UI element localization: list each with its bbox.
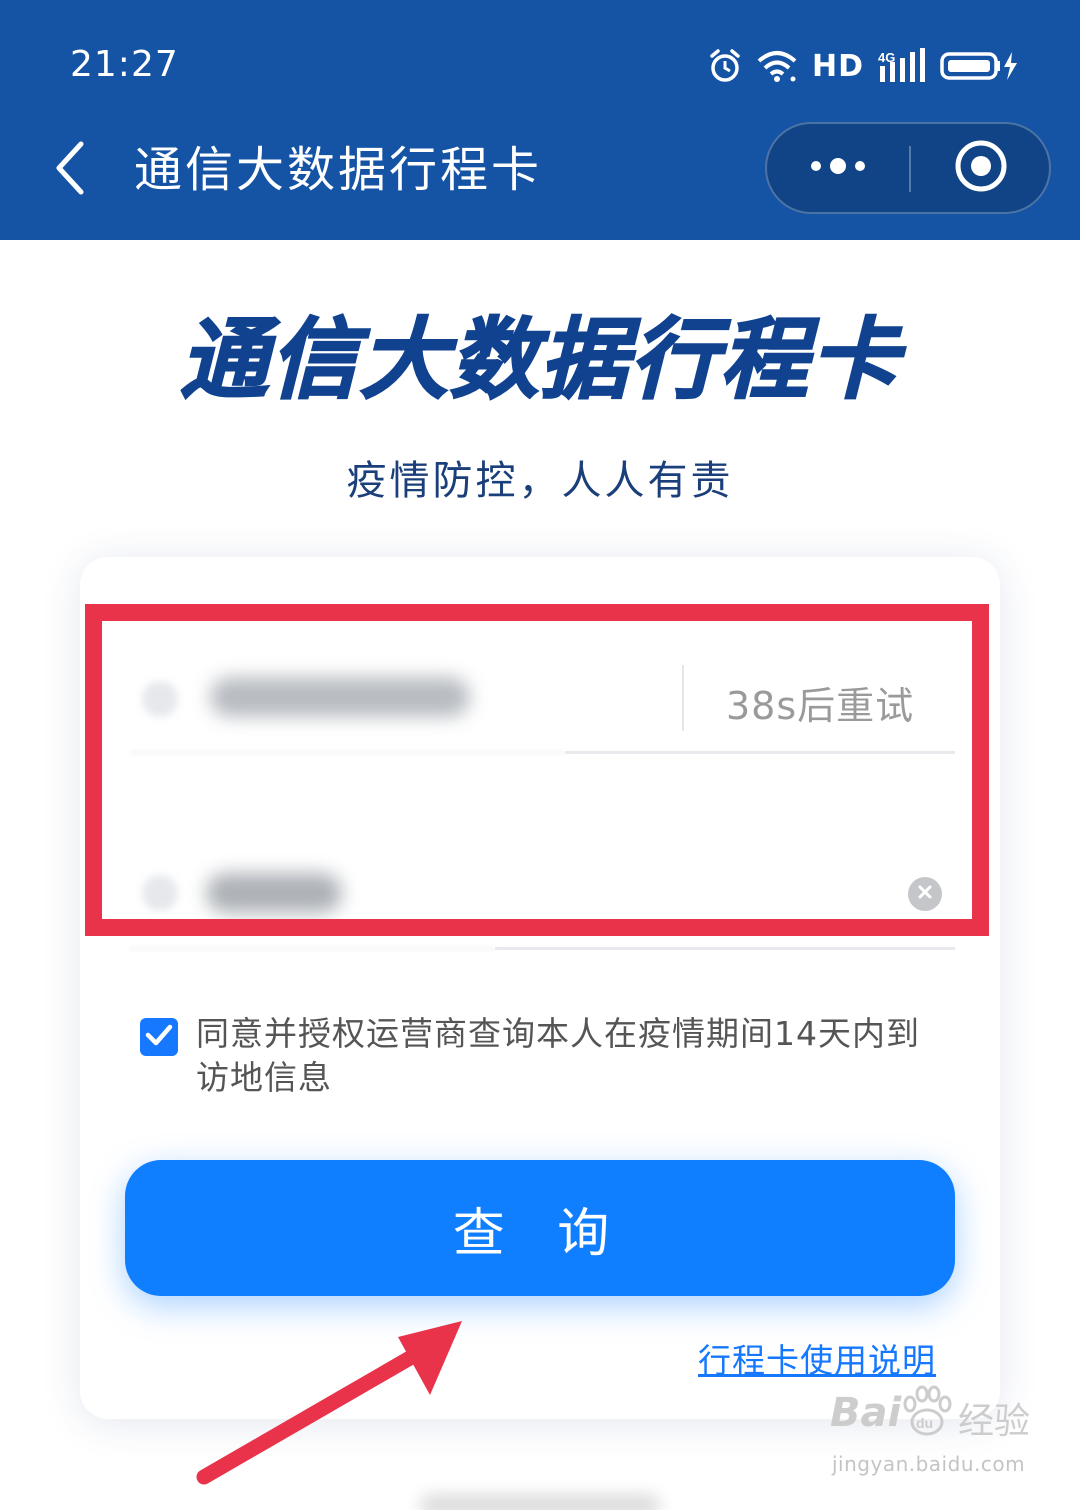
signal-icon: 4G — [878, 48, 926, 84]
bottom-shadow — [420, 1495, 660, 1510]
battery-charging-icon — [940, 51, 1018, 81]
nav-title: 通信大数据行程卡 — [134, 142, 543, 198]
status-time: 21:27 — [70, 44, 179, 85]
status-icons: HD 4G — [708, 44, 1018, 88]
hero-title: 通信大数据行程卡 — [179, 308, 900, 411]
back-button[interactable] — [40, 138, 100, 202]
close-circle-icon — [953, 138, 1009, 198]
annotation-highlight-box — [85, 604, 989, 936]
hd-label: HD — [811, 48, 864, 84]
code-underline — [495, 947, 955, 950]
watermark-brand-suffix: 经验 — [958, 1401, 1031, 1442]
nav-bar: 通信大数据行程卡 — [0, 120, 1080, 240]
guide-link[interactable]: 行程卡使用说明 — [698, 1334, 936, 1382]
hero-subtitle: 疫情防控，人人有责 — [346, 458, 734, 504]
watermark-url: jingyan.baidu.com — [832, 1452, 1026, 1476]
status-bar: 21:27 HD 4G — [0, 0, 1080, 120]
annotation-arrow-icon — [196, 1321, 462, 1485]
code-underline-blurred — [130, 947, 495, 950]
close-mini-program-button[interactable] — [911, 124, 1051, 212]
agreement-checkbox[interactable] — [140, 1018, 178, 1056]
more-dots-icon — [808, 156, 868, 180]
alarm-icon — [708, 48, 742, 84]
watermark-brand: Bai — [830, 1390, 902, 1436]
top-bar: 21:27 HD 4G 通信大数据行程卡 — [0, 0, 1080, 240]
agreement-text: 同意并授权运营商查询本人在疫情期间14天内到访地信息 — [196, 1014, 920, 1097]
checkmark-icon — [145, 1023, 173, 1051]
paw-icon: du — [903, 1385, 952, 1436]
svg-text:du: du — [916, 1415, 933, 1431]
wifi-icon — [756, 49, 798, 83]
query-button[interactable]: 查 询 — [125, 1160, 955, 1296]
mini-program-capsule — [765, 122, 1051, 214]
baidu-jingyan-watermark: Bai du 经验 jingyan.baidu.com — [830, 1385, 1050, 1490]
more-button[interactable] — [767, 124, 909, 212]
back-arrow-icon — [53, 140, 87, 200]
